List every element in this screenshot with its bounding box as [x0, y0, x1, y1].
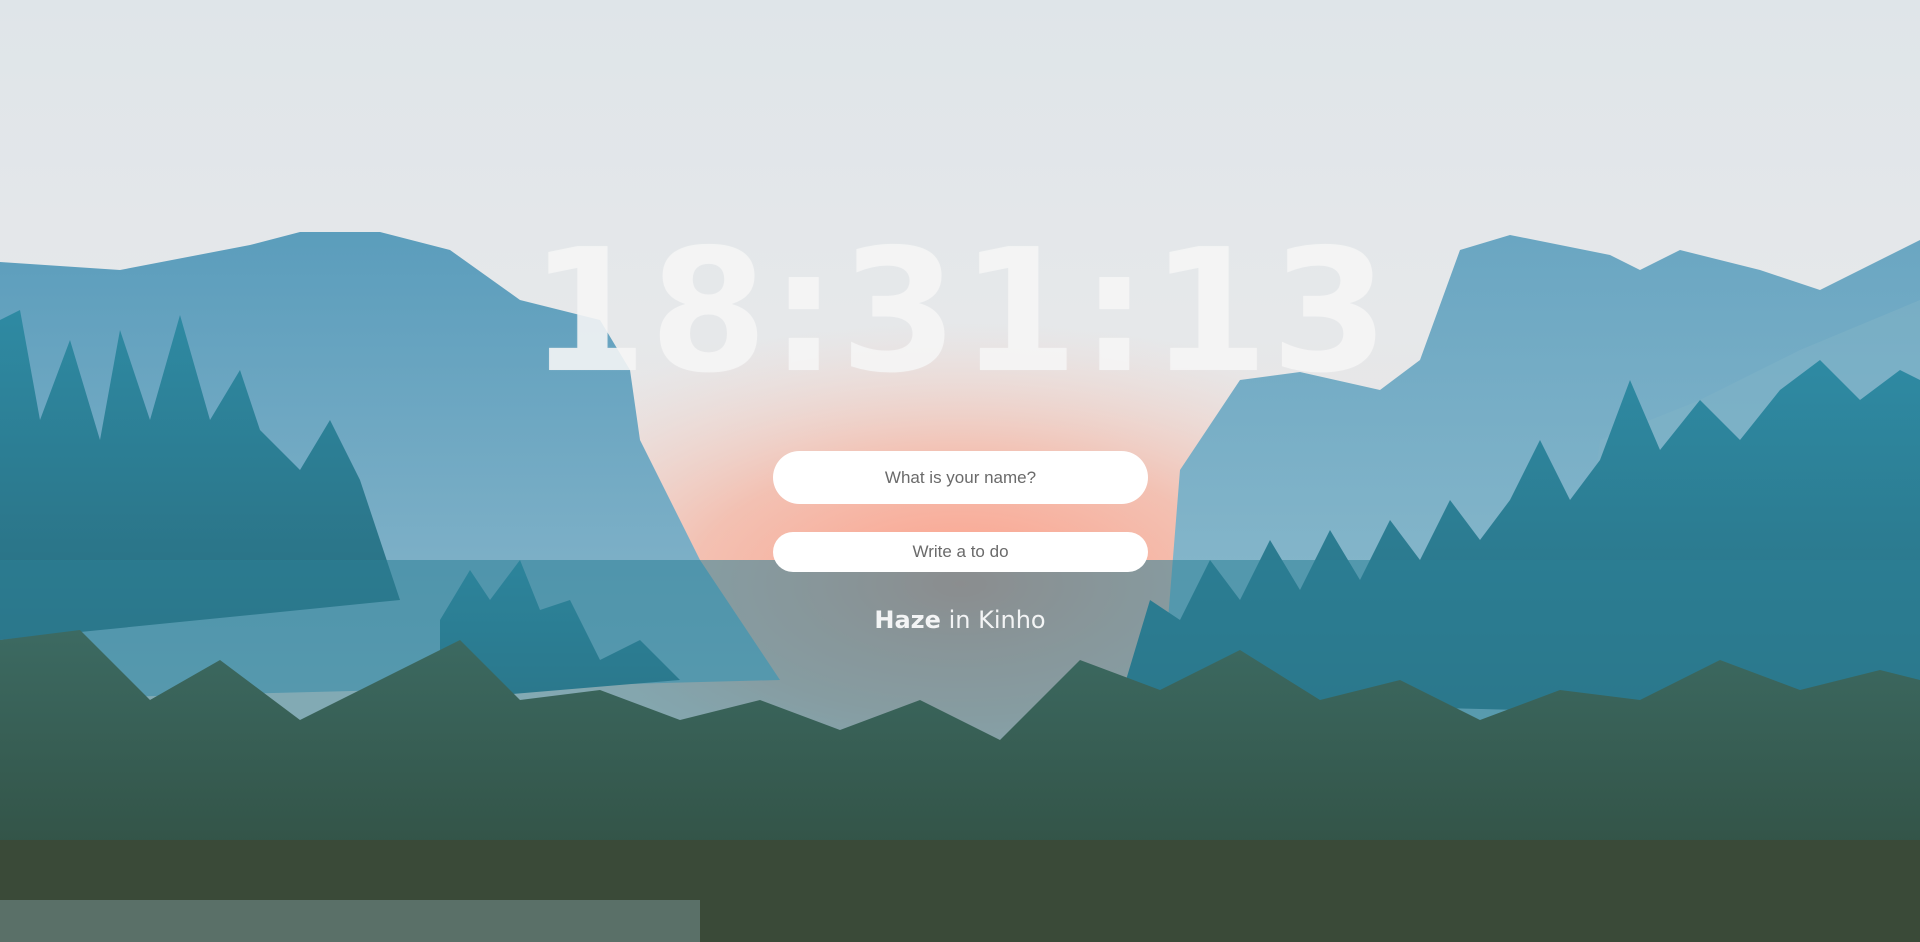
todo-input[interactable]: [773, 532, 1148, 572]
name-input[interactable]: [773, 451, 1148, 504]
photo-credit-location: Kinho: [978, 606, 1046, 634]
clock-display: 18:31:13: [529, 213, 1391, 411]
photo-credit-title: Haze: [874, 606, 941, 634]
photo-credit-separator: in: [948, 606, 971, 634]
photo-credit: Haze in Kinho: [0, 606, 1920, 634]
